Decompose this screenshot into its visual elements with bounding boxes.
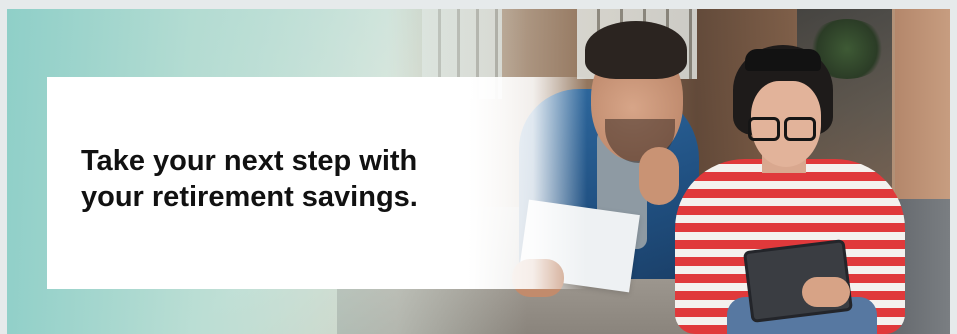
banner-headline: Take your next step with your retirement… [81,143,551,215]
banner-frame: Take your next step with your retirement… [0,0,957,334]
woman-headband [745,49,821,71]
man-hair [585,21,687,79]
man-hand [639,147,679,205]
promo-banner[interactable]: Take your next step with your retirement… [7,9,950,334]
glasses-icon [784,117,816,141]
headline-card: Take your next step with your retirement… [47,77,587,289]
headline-line-1: Take your next step with [81,145,418,177]
woman-hand [802,277,850,307]
glasses-icon [748,117,780,141]
headline-line-2: your retirement savings. [81,181,418,213]
